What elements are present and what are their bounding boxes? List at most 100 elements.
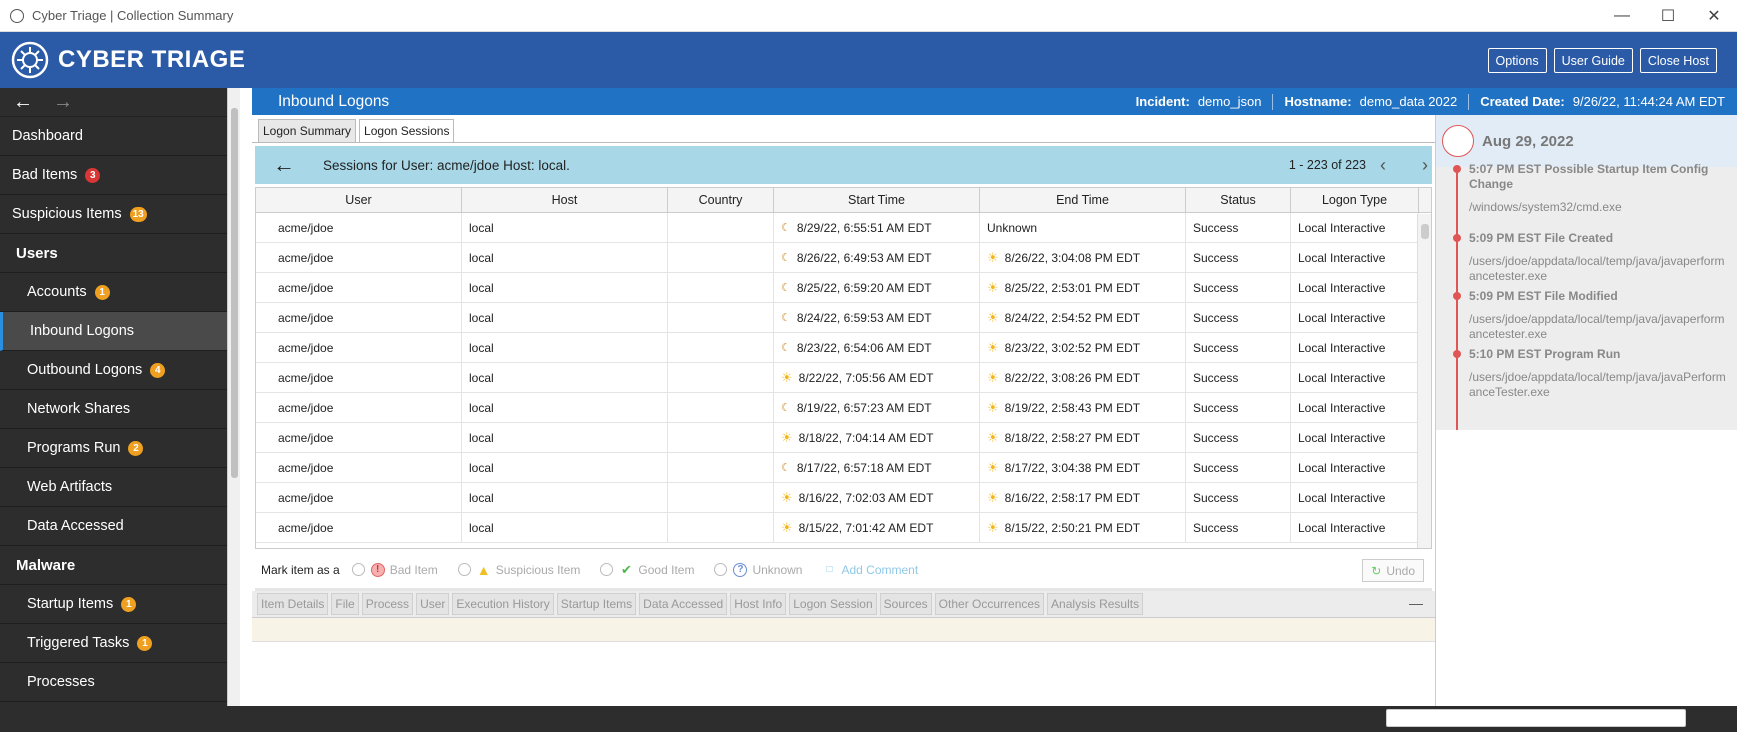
back-arrow-icon[interactable]: ←: [273, 152, 295, 178]
timeline-event[interactable]: 5:09 PM EST File Created/users/jdoe/appd…: [1453, 231, 1731, 284]
sun-icon: ☀: [987, 279, 999, 295]
detail-tab-analysis-results[interactable]: Analysis Results: [1047, 593, 1144, 615]
table-row[interactable]: acme/jdoe local ☀ 8/18/22, 7:04:14 AM EDT ☀ 8…: [256, 422, 1431, 453]
detail-tab-other-occurrences[interactable]: Other Occurrences: [934, 593, 1045, 615]
forward-arrow-icon[interactable]: →: [53, 91, 73, 114]
incident-value: demo_json: [1197, 93, 1262, 109]
count-badge: 4: [150, 362, 166, 378]
sidebar-item-label: Inbound Logons: [30, 323, 135, 339]
table-row[interactable]: acme/jdoe local ☀ 8/15/22, 7:01:42 AM EDT ☀ 8…: [256, 512, 1431, 543]
undo-label: Undo: [1386, 563, 1415, 578]
sidebar-item-triggered-tasks[interactable]: Triggered Tasks 1: [0, 624, 240, 663]
mark-unknown-option[interactable]: ? Unknown: [714, 562, 802, 577]
tab-logon-summary[interactable]: Logon Summary: [258, 119, 357, 142]
detail-tab-startup-items[interactable]: Startup Items: [556, 593, 637, 615]
sidebar-item-accounts[interactable]: Accounts 1: [0, 273, 240, 312]
column-header-end-time[interactable]: End Time: [980, 188, 1186, 212]
good-item-radio[interactable]: [600, 563, 614, 576]
cell-status: Success: [1193, 280, 1239, 295]
detail-tab-sources[interactable]: Sources: [879, 593, 932, 615]
column-header-host[interactable]: Host: [462, 188, 668, 212]
close-icon[interactable]: ✕: [1691, 0, 1737, 32]
sidebar-scrollbar[interactable]: [227, 88, 240, 706]
back-arrow-icon[interactable]: ←: [13, 91, 33, 114]
add-comment-button[interactable]: □ Add Comment: [822, 563, 918, 577]
mark-good-item-option[interactable]: ✔ Good Item: [600, 562, 694, 577]
sidebar-item-programs-run[interactable]: Programs Run 2: [0, 429, 240, 468]
sidebar-item-outbound-logons[interactable]: Outbound Logons 4: [0, 351, 240, 390]
detail-tab-user[interactable]: User: [416, 593, 450, 615]
sun-icon: ☀: [987, 399, 999, 415]
timeline-event[interactable]: 5:07 PM EST Possible Startup Item Config…: [1453, 162, 1731, 215]
minimize-panel-icon[interactable]: —: [1409, 595, 1423, 611]
detail-tab-logon-session[interactable]: Logon Session: [789, 593, 877, 615]
sidebar-item-startup-items[interactable]: Startup Items 1: [0, 585, 240, 624]
suspicious-item-radio[interactable]: [457, 563, 471, 576]
table-scroll-thumb[interactable]: [1421, 224, 1429, 239]
sidebar-item-label: Processes: [27, 674, 95, 690]
tab-logon-sessions[interactable]: Logon Sessions: [359, 119, 455, 142]
column-header-user[interactable]: User: [256, 188, 462, 212]
cell-user: acme/jdoe: [278, 430, 334, 445]
timeline-dot-icon: [1453, 165, 1461, 173]
cell-host: local: [469, 280, 494, 295]
sidebar-item-suspicious-items[interactable]: Suspicious Items 13: [0, 195, 240, 234]
sidebar-item-web-artifacts[interactable]: Web Artifacts: [0, 468, 240, 507]
mark-suspicious-item-option[interactable]: ▲ Suspicious Item: [457, 562, 580, 578]
sidebar-item-dashboard[interactable]: Dashboard: [0, 117, 240, 156]
table-row[interactable]: acme/jdoe local ☾ 8/26/22, 6:49:53 AM EDT ☀ 8…: [256, 242, 1431, 273]
table-scrollbar[interactable]: [1417, 214, 1431, 548]
close-host-button[interactable]: Close Host: [1639, 48, 1717, 73]
sidebar-item-network-shares[interactable]: Network Shares: [0, 390, 240, 429]
bad-item-radio[interactable]: [351, 563, 365, 576]
sidebar-scroll-thumb[interactable]: [231, 108, 238, 478]
column-header-status[interactable]: Status: [1186, 188, 1291, 212]
table-row[interactable]: acme/jdoe local ☾ 8/29/22, 6:55:51 AM EDT Un…: [256, 212, 1431, 243]
timeline-event[interactable]: 5:09 PM EST File Modified/users/jdoe/app…: [1453, 289, 1731, 342]
sidebar-item-bad-items[interactable]: Bad Items 3: [0, 156, 240, 195]
table-row[interactable]: acme/jdoe local ☾ 8/25/22, 6:59:20 AM EDT ☀ 8…: [256, 272, 1431, 303]
column-header-logon-type[interactable]: Logon Type: [1291, 188, 1419, 212]
sidebar-item-data-accessed[interactable]: Data Accessed: [0, 507, 240, 546]
detail-tab-process[interactable]: Process: [361, 593, 414, 615]
next-page-icon[interactable]: ›: [1422, 155, 1428, 176]
cell-status: Success: [1193, 520, 1239, 535]
minimize-icon[interactable]: —: [1599, 0, 1645, 32]
detail-tab-file[interactable]: File: [331, 593, 359, 615]
sidebar-item-malware: Malware: [0, 546, 240, 585]
table-row[interactable]: acme/jdoe local ☾ 8/23/22, 6:54:06 AM EDT ☀ 8…: [256, 332, 1431, 363]
sidebar-item-processes[interactable]: Processes: [0, 663, 240, 702]
cell-logon-type: Local Interactive: [1298, 280, 1386, 295]
logo: CYBER TRIAGE: [10, 40, 245, 80]
unknown-radio[interactable]: [714, 563, 728, 576]
table-row[interactable]: acme/jdoe local ☀ 8/16/22, 7:02:03 AM EDT ☀ 8…: [256, 482, 1431, 513]
sidebar-item-label: Programs Run: [27, 440, 121, 456]
table-row[interactable]: acme/jdoe local ☾ 8/19/22, 6:57:23 AM EDT ☀ 8…: [256, 392, 1431, 423]
table-row[interactable]: acme/jdoe local ☀ 8/22/22, 7:05:56 AM EDT ☀ 8…: [256, 362, 1431, 393]
sun-icon: ☀: [987, 249, 999, 265]
undo-button[interactable]: ↻ Undo: [1362, 559, 1424, 582]
user-guide-button[interactable]: User Guide: [1553, 48, 1633, 73]
sun-icon: ☀: [781, 429, 793, 445]
maximize-icon[interactable]: ☐: [1645, 0, 1691, 32]
add-comment-label: Add Comment: [841, 562, 919, 577]
mark-bad-item-option[interactable]: ! Bad Item: [351, 562, 438, 577]
detail-tab-execution-history[interactable]: Execution History: [452, 593, 554, 615]
timeline-event[interactable]: 5:10 PM EST Program Run/users/jdoe/appda…: [1453, 347, 1731, 400]
cell-status: Success: [1193, 460, 1239, 475]
detail-tab-item-details[interactable]: Item Details: [257, 593, 329, 615]
sidebar-item-label: Triggered Tasks: [27, 635, 130, 651]
column-header-start-time[interactable]: Start Time: [774, 188, 980, 212]
sidebar-item-inbound-logons[interactable]: Inbound Logons: [0, 312, 240, 351]
moon-icon: ☾: [781, 222, 791, 234]
cell-status: Success: [1193, 370, 1239, 385]
table-row[interactable]: acme/jdoe local ☾ 8/24/22, 6:59:53 AM EDT ☀ 8…: [256, 302, 1431, 333]
sidebar-item-label: Data Accessed: [27, 518, 124, 534]
options-button[interactable]: Options: [1487, 48, 1547, 73]
column-header-country[interactable]: Country: [668, 188, 774, 212]
detail-tab-host-info[interactable]: Host Info: [730, 593, 787, 615]
detail-tab-data-accessed[interactable]: Data Accessed: [639, 593, 728, 615]
page-title: Inbound Logons: [278, 92, 390, 110]
prev-page-icon[interactable]: ‹: [1380, 155, 1386, 176]
table-row[interactable]: acme/jdoe local ☾ 8/17/22, 6:57:18 AM EDT ☀ 8…: [256, 452, 1431, 483]
